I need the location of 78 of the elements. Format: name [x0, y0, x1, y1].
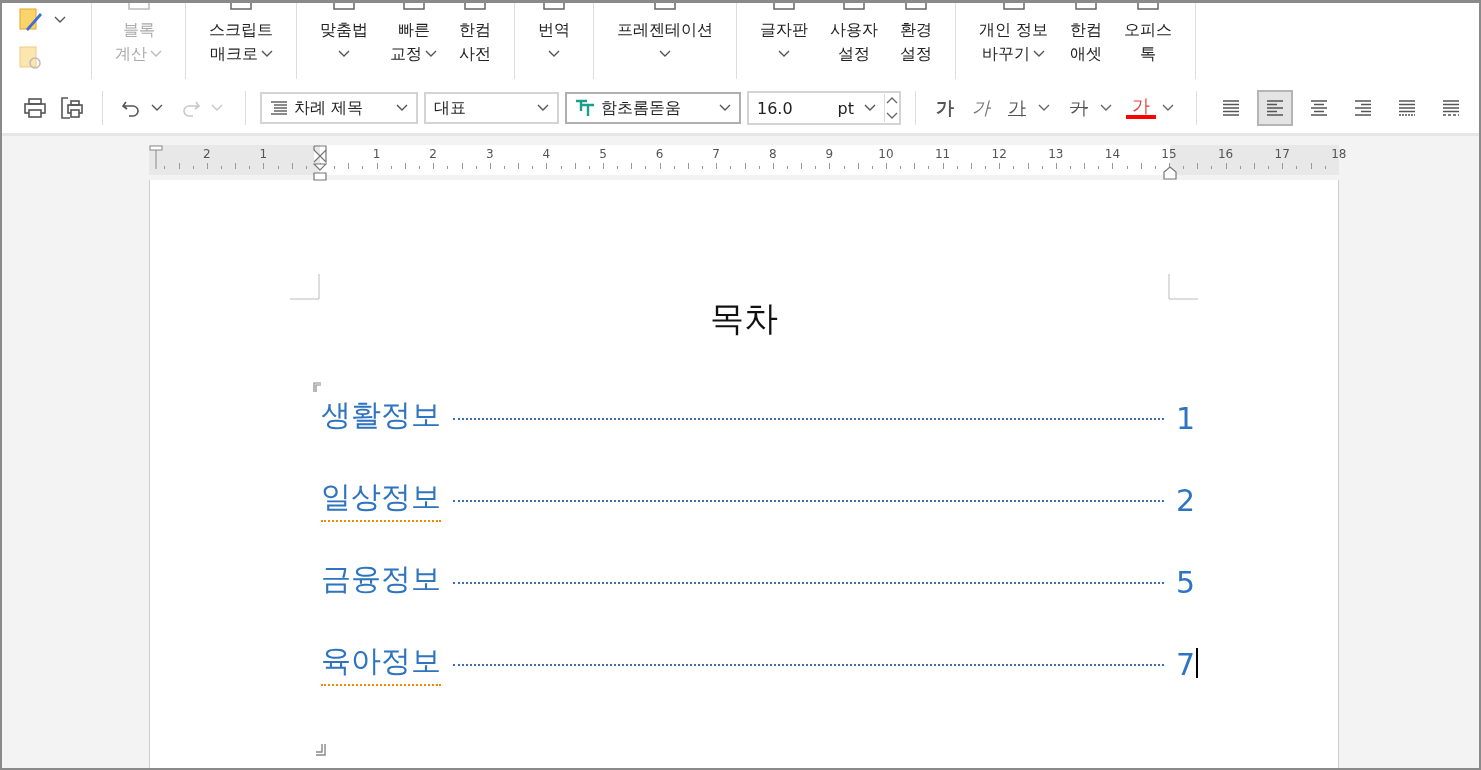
document-title: 목차	[709, 297, 779, 340]
ruler-number: 2	[429, 147, 437, 161]
italic-button[interactable]: 가	[966, 96, 996, 120]
font-dropdown[interactable]: 함초롬돋움	[565, 92, 741, 124]
caret-icon	[864, 104, 876, 112]
paragraph-start-mark-icon	[313, 382, 321, 392]
caret-icon	[396, 104, 408, 112]
ribbon-button[interactable]: 스크립트 매크로	[201, 3, 281, 83]
toc-entry[interactable]: 육아정보	[321, 641, 441, 686]
caret-icon[interactable]	[1162, 104, 1174, 112]
ribbon-button[interactable]: 사용자 설정	[822, 3, 886, 83]
ruler-number: 17	[1274, 147, 1290, 161]
align-lines-icon	[1440, 98, 1462, 118]
print-preview-icon[interactable]	[60, 97, 84, 119]
spinner-icon[interactable]	[884, 94, 899, 122]
indent-marker-icon[interactable]	[313, 145, 327, 181]
color-button[interactable]: 가	[1126, 97, 1156, 119]
ribbon-button[interactable]: 번역	[530, 3, 578, 83]
align-lines-icon	[1308, 98, 1330, 118]
ribbon-button[interactable]: 한컴 애셋	[1062, 3, 1111, 83]
toc-entry[interactable]: 생활정보	[321, 395, 441, 440]
ribbon-button[interactable]: 한컴 사전	[451, 3, 499, 83]
align-lines-icon	[1396, 98, 1418, 118]
ruler-number: 13	[1048, 147, 1064, 161]
undo-icon[interactable]	[121, 99, 141, 117]
ruler-number: 2	[203, 147, 211, 161]
ribbon-button[interactable]: 개인 정보 바꾸기	[971, 3, 1057, 83]
toc-entry[interactable]: 일상정보	[321, 477, 441, 522]
ruler-number: 5	[599, 147, 607, 161]
ruler-number: 8	[769, 147, 777, 161]
crop-mark-icon	[290, 274, 320, 300]
ribbon-button[interactable]: 환경 설정	[892, 3, 940, 83]
style-dropdown[interactable]: 차례 제목	[260, 92, 418, 124]
font-icon	[575, 99, 595, 117]
ruler-number: 9	[825, 147, 834, 161]
ribbon-button[interactable]: 프레젠테이션	[609, 3, 721, 83]
underline-button[interactable]: 가	[1002, 96, 1032, 120]
align-lines-icon	[1220, 98, 1242, 118]
ruler-number: 12	[991, 147, 1007, 161]
caret-icon[interactable]	[54, 16, 66, 24]
ribbon-button[interactable]: 맞춤법	[312, 3, 376, 83]
style-icon	[270, 100, 288, 116]
caret-icon[interactable]	[1038, 104, 1050, 112]
ruler-number: 1	[372, 147, 381, 161]
align-left-button[interactable]	[1257, 90, 1293, 126]
print-icon[interactable]	[24, 98, 46, 118]
ruler-number: 14	[1104, 147, 1121, 161]
ribbon-button[interactable]: 빠른 교정	[382, 3, 445, 83]
ruler-number: 1	[259, 147, 268, 161]
ruler-number: 4	[542, 147, 551, 161]
align-lines-icon	[1264, 98, 1286, 118]
page-number: 2	[1175, 483, 1195, 520]
ruler-number: 7	[712, 147, 720, 161]
paragraph-style-dropdown[interactable]: 대표	[424, 92, 559, 124]
caret-icon[interactable]	[151, 104, 163, 112]
caret-icon	[719, 104, 731, 112]
bold-button[interactable]: 가	[930, 96, 960, 120]
page-number: 5	[1175, 565, 1195, 602]
page-number: 1	[1175, 401, 1195, 438]
ruler-number: 18	[1331, 147, 1347, 161]
ruler-number: 16	[1217, 147, 1234, 161]
ruler-number: 11	[934, 147, 951, 161]
align-lines-icon	[1352, 98, 1374, 118]
ruler-number: 15	[1161, 147, 1177, 161]
ruler-number: 6	[655, 147, 664, 161]
caret-icon	[537, 104, 549, 112]
ribbon-button[interactable]: 오피스 톡	[1116, 3, 1181, 83]
caret-icon[interactable]	[1100, 104, 1112, 112]
ribbon-button[interactable]: 글자판	[752, 3, 816, 83]
ruler-number: 3	[486, 147, 494, 161]
edit-document-icon[interactable]	[18, 7, 44, 33]
page-number: 7	[1175, 647, 1195, 684]
ruler-number: 10	[878, 147, 894, 161]
toc-entry[interactable]: 금융정보	[321, 559, 441, 604]
crop-mark-icon	[1168, 274, 1198, 300]
margin-marker-icon[interactable]	[149, 145, 163, 169]
strike-button[interactable]: 가	[1064, 96, 1094, 120]
paragraph-end-mark-icon	[316, 744, 326, 756]
